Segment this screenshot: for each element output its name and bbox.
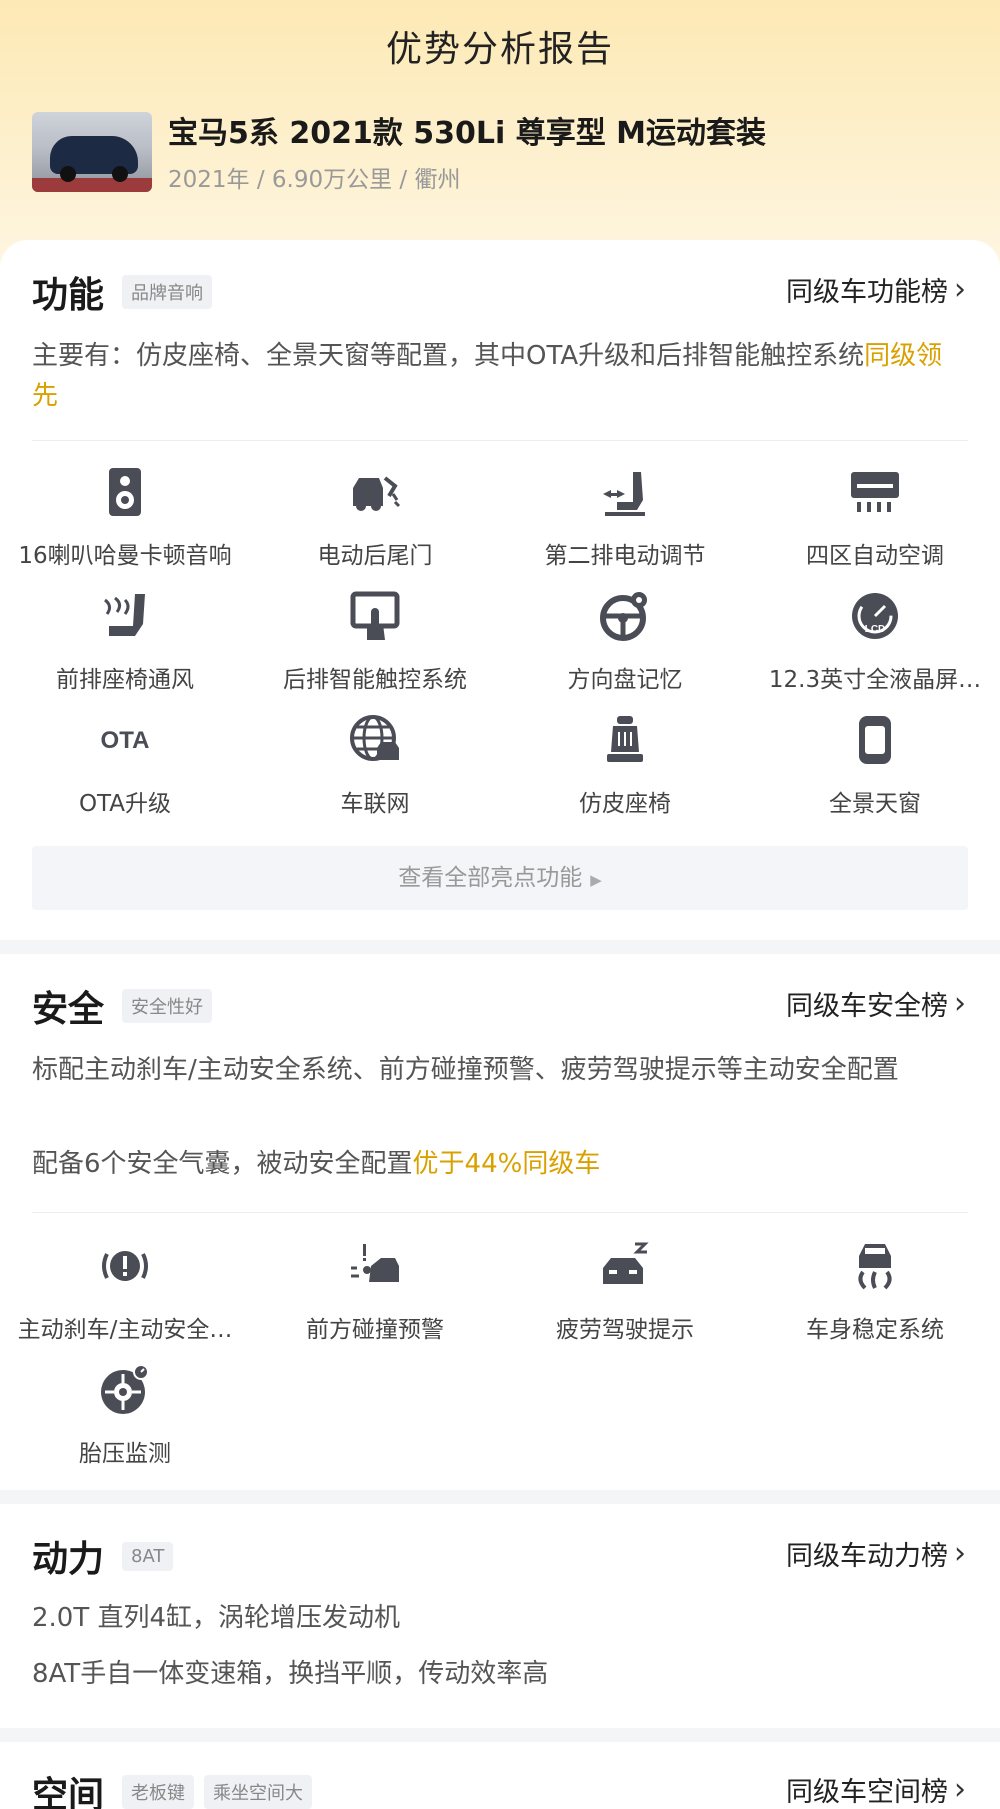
power-tag: 8AT	[122, 1541, 174, 1571]
feature-label: 全景天窗	[829, 791, 921, 817]
seat-ventilation-icon	[99, 590, 151, 642]
feature-label: 主动刹车/主动安全…	[17, 1317, 233, 1343]
feature-item[interactable]: 全景天窗	[750, 714, 1000, 824]
feature-label: 16喇叭哈曼卡顿音响	[18, 543, 232, 569]
fatigue-icon	[599, 1240, 651, 1292]
collision-warning-icon	[349, 1240, 401, 1292]
safety-description-active: 标配主动刹车/主动安全系统、前方碰撞预警、疲劳驾驶提示等主动安全配置	[32, 1055, 899, 1085]
desc-text: 主要有：仿皮座椅、全景天窗等配置，其中OTA升级和后排智能触控系统	[32, 341, 865, 371]
feature-item[interactable]: 胎压监测	[0, 1364, 250, 1474]
section-title: 空间	[32, 1775, 105, 1809]
car-thumbnail[interactable]	[32, 112, 152, 192]
view-all-features-button[interactable]: 查看全部亮点功能 ▶	[32, 846, 968, 910]
ota-icon-text: OTA	[101, 727, 150, 754]
rank-link-label: 同级车功能榜	[786, 277, 948, 308]
feature-item[interactable]: 车联网	[250, 714, 500, 824]
engine-description: 2.0T 直列4缸，涡轮增压发动机	[32, 1603, 401, 1633]
feature-item[interactable]: 前排座椅通风	[0, 590, 250, 700]
rank-link-label: 同级车空间榜	[786, 1777, 948, 1808]
function-rank-link[interactable]: 同级车功能榜 ›	[786, 270, 966, 309]
feature-item[interactable]: 车身稳定系统	[750, 1240, 1000, 1350]
speaker-icon	[99, 466, 151, 518]
desc-highlight: 优于44%同级车	[412, 1149, 601, 1179]
feature-label: 第二排电动调节	[544, 543, 706, 569]
feature-label: 胎压监测	[79, 1441, 171, 1467]
feature-label: 四区自动空调	[806, 543, 944, 569]
connected-car-icon	[349, 714, 401, 766]
chevron-right-icon: ›	[954, 1536, 966, 1571]
feature-label: 电动后尾门	[317, 543, 433, 569]
feature-item[interactable]: LCD 12.3英寸全液晶屏…	[750, 590, 1000, 700]
car-name: 宝马5系 2021款 530Li 尊享型 M运动套装	[168, 116, 767, 151]
feature-label: 12.3英寸全液晶屏…	[768, 667, 982, 693]
view-all-label: 查看全部亮点功能	[398, 865, 583, 891]
space-rank-link[interactable]: 同级车空间榜 ›	[786, 1770, 966, 1809]
lcd-gauge-icon: LCD	[849, 590, 901, 642]
feature-item[interactable]: 疲劳驾驶提示	[500, 1240, 750, 1350]
feature-label: 前方碰撞预警	[306, 1317, 444, 1343]
triangle-right-icon: ▶	[590, 871, 602, 889]
tailgate-icon	[349, 466, 401, 518]
feature-label: 后排智能触控系统	[283, 667, 467, 693]
function-section: 功能 品牌音响 同级车功能榜 › 主要有：仿皮座椅、全景天窗等配置，其中OTA升…	[0, 240, 1000, 940]
feature-label: 车联网	[340, 791, 410, 817]
feature-item[interactable]: 方向盘记忆	[500, 590, 750, 700]
touch-screen-icon	[349, 590, 401, 642]
safety-section: 安全 安全性好 同级车安全榜 › 标配主动刹车/主动安全系统、前方碰撞预警、疲劳…	[0, 954, 1000, 1490]
feature-label: 前排座椅通风	[56, 667, 194, 693]
rank-link-label: 同级车安全榜	[786, 991, 948, 1022]
chevron-right-icon: ›	[954, 986, 966, 1021]
feature-item[interactable]: 后排智能触控系统	[250, 590, 500, 700]
report-header: 优势分析报告 宝马5系 2021款 530Li 尊享型 M运动套装 2021年 …	[0, 0, 1000, 270]
desc-text: 配备6个安全气囊，被动安全配置	[32, 1149, 413, 1179]
tire-pressure-icon	[99, 1364, 151, 1416]
power-rank-link[interactable]: 同级车动力榜 ›	[786, 1534, 966, 1573]
power-section: 动力 8AT 同级车动力榜 › 2.0T 直列4缸，涡轮增压发动机 8AT手自一…	[0, 1504, 1000, 1728]
feature-item[interactable]: 四区自动空调	[750, 466, 1000, 576]
safety-description-passive: 配备6个安全气囊，被动安全配置优于44%同级车	[32, 1144, 968, 1184]
stability-icon	[849, 1240, 901, 1292]
space-section: 空间 老板键 乘坐空间大 同级车空间榜 ›	[0, 1742, 1000, 1809]
lcd-icon-text: LCD	[865, 624, 886, 635]
feature-item[interactable]: 16喇叭哈曼卡顿音响	[0, 466, 250, 576]
feature-label: 方向盘记忆	[567, 667, 683, 693]
function-description: 主要有：仿皮座椅、全景天窗等配置，其中OTA升级和后排智能触控系统同级领先	[32, 336, 968, 416]
feature-item[interactable]: 电动后尾门	[250, 466, 500, 576]
space-tag: 老板键	[122, 1775, 195, 1809]
leather-seat-icon	[599, 714, 651, 766]
sunroof-icon	[849, 714, 901, 766]
chevron-right-icon: ›	[954, 272, 966, 307]
rank-link-label: 同级车动力榜	[786, 1541, 948, 1572]
feature-item[interactable]: 第二排电动调节	[500, 466, 750, 576]
feature-label: OTA升级	[78, 791, 172, 817]
feature-label: 车身稳定系统	[806, 1317, 944, 1343]
feature-item[interactable]: 仿皮座椅	[500, 714, 750, 824]
seat-adjust-icon	[599, 466, 651, 518]
feature-item[interactable]: OTA OTA升级	[0, 714, 250, 824]
chevron-right-icon: ›	[954, 1772, 966, 1807]
ota-icon: OTA	[99, 714, 151, 766]
air-conditioner-icon	[849, 466, 901, 518]
safety-tag: 安全性好	[122, 989, 213, 1023]
section-title: 动力	[32, 1539, 105, 1580]
divider	[32, 440, 968, 441]
divider	[32, 1212, 968, 1213]
brake-warning-icon	[99, 1240, 151, 1292]
section-title: 功能	[32, 275, 105, 316]
feature-tag: 品牌音响	[122, 275, 213, 309]
feature-item[interactable]: 主动刹车/主动安全…	[0, 1240, 250, 1350]
section-title: 安全	[32, 989, 105, 1030]
steering-wheel-icon	[599, 590, 651, 642]
space-tag: 乘坐空间大	[204, 1775, 313, 1809]
feature-label: 疲劳驾驶提示	[556, 1317, 694, 1343]
page-title: 优势分析报告	[385, 29, 614, 70]
safety-rank-link[interactable]: 同级车安全榜 ›	[786, 984, 966, 1023]
car-meta: 2021年 / 6.90万公里 / 衢州	[168, 167, 461, 193]
transmission-description: 8AT手自一体变速箱，换挡平顺，传动效率高	[32, 1659, 549, 1689]
feature-item[interactable]: 前方碰撞预警	[250, 1240, 500, 1350]
feature-label: 仿皮座椅	[579, 791, 671, 817]
